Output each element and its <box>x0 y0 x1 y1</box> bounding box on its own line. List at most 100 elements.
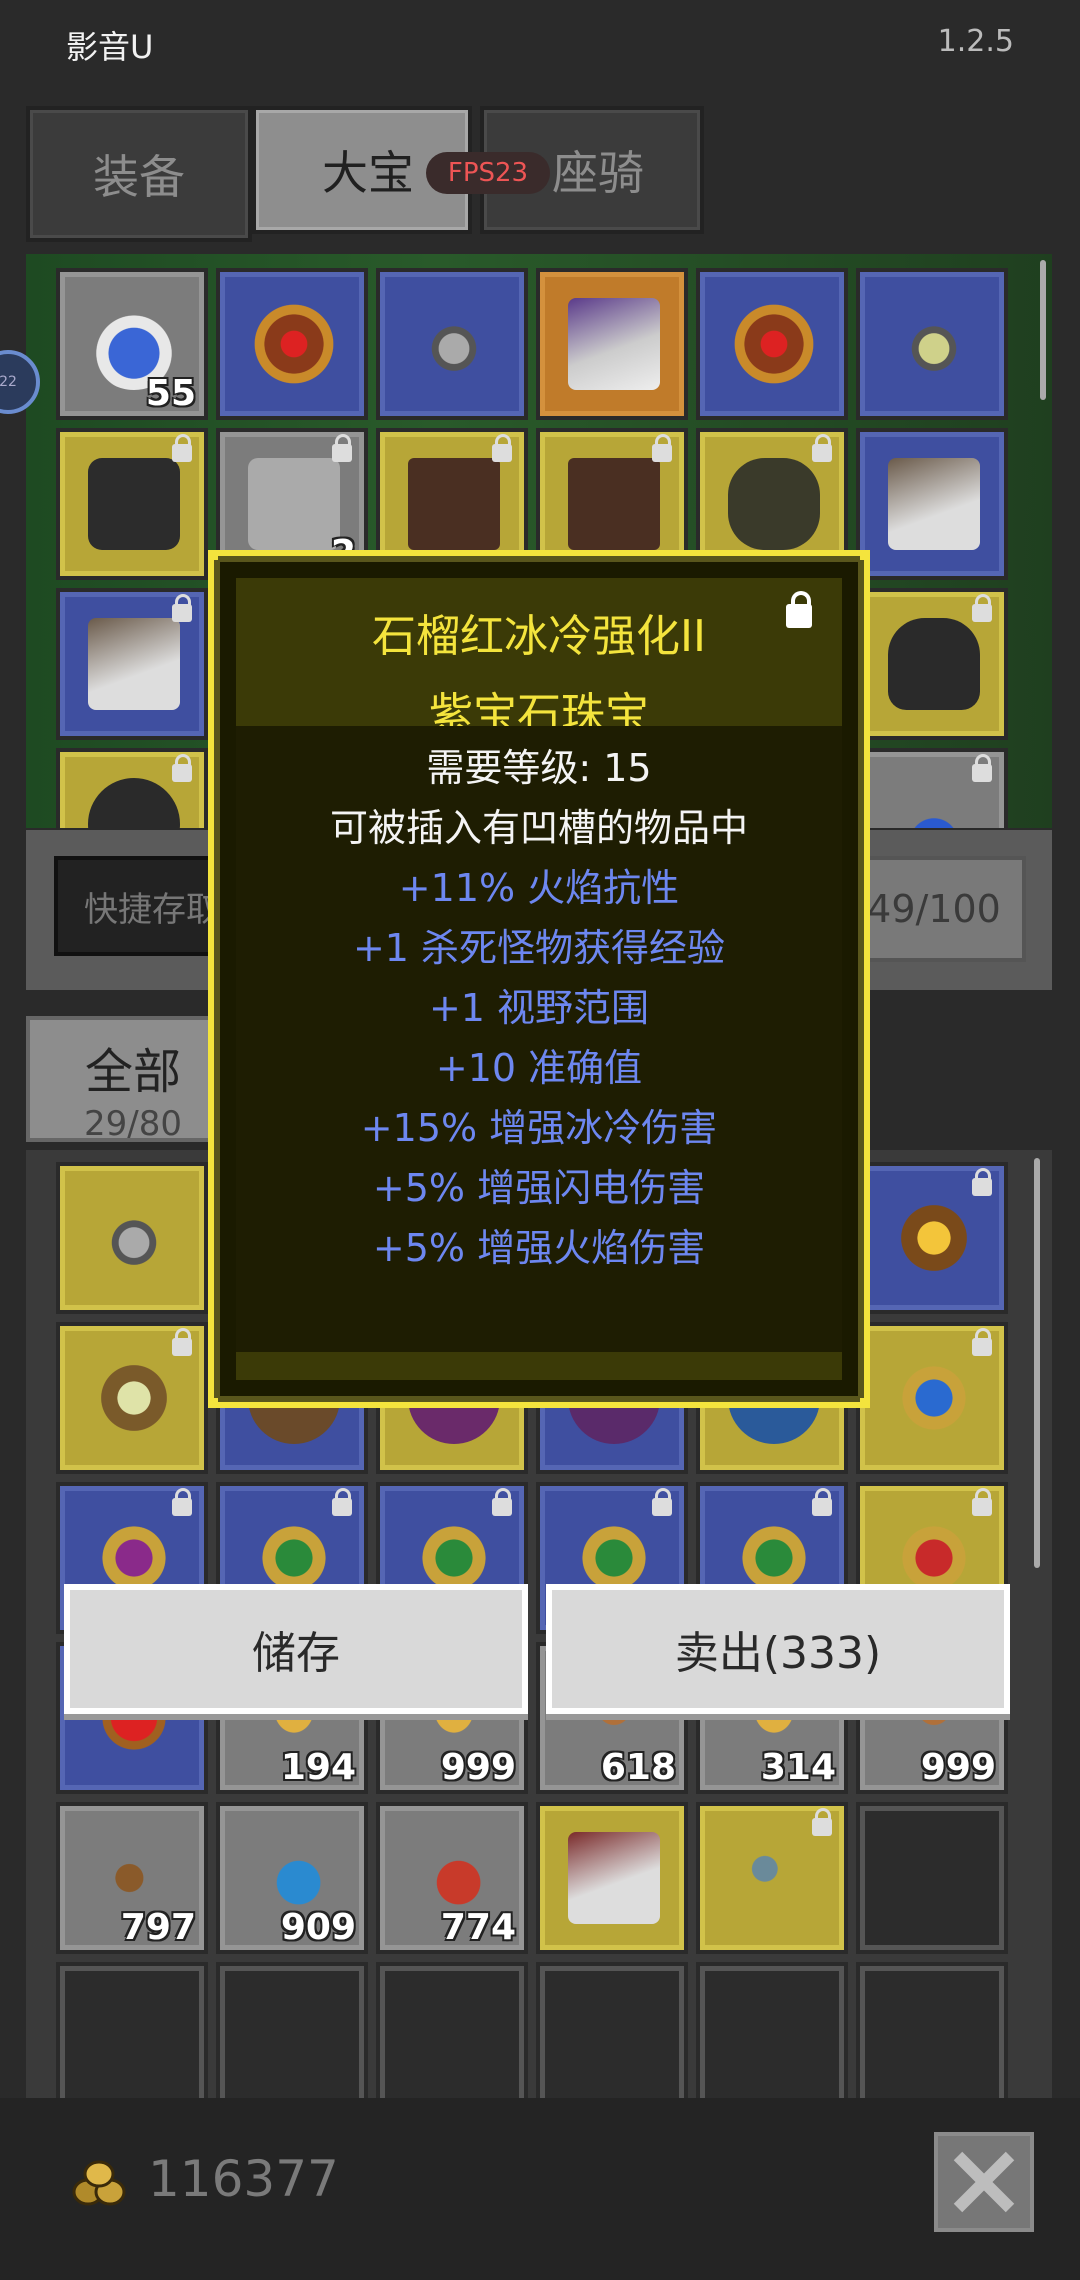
close-button[interactable] <box>934 2132 1034 2232</box>
creature-portrait-icon <box>88 618 180 710</box>
inventory-slot[interactable] <box>696 1802 848 1954</box>
inventory-slot[interactable] <box>856 1162 1008 1314</box>
close-icon <box>953 2151 1015 2213</box>
item-count: 194 <box>280 1747 356 1788</box>
lock-icon <box>652 1488 672 1516</box>
equip-slot[interactable] <box>216 268 368 420</box>
sell-button[interactable]: 卖出(333) <box>546 1584 1010 1714</box>
necklace-icon <box>888 298 980 390</box>
inventory-slot[interactable] <box>536 1802 688 1954</box>
equip-slot[interactable] <box>856 428 1008 580</box>
scroll-icon <box>248 458 340 550</box>
helmet-icon <box>888 618 980 710</box>
tooltip-header: 石榴红冰冷强化II 紫宝石珠宝 <box>236 578 842 740</box>
gem-icon <box>888 778 980 828</box>
equip-slot[interactable] <box>536 268 688 420</box>
inventory-slot[interactable]: 797 <box>56 1802 208 1954</box>
lock-icon <box>972 754 992 782</box>
empty-slot[interactable] <box>856 1962 1008 2098</box>
necklace-icon <box>88 1192 180 1284</box>
tooltip-footer <box>236 1352 842 1380</box>
equip-slot[interactable] <box>56 748 208 828</box>
gold-coins-icon <box>72 2160 126 2206</box>
tab-equipment[interactable]: 装备 <box>26 106 252 242</box>
lock-icon <box>492 434 512 462</box>
lock-icon <box>972 1328 992 1356</box>
category-count: 29/80 <box>84 1104 182 1144</box>
armor-icon <box>88 458 180 550</box>
inventory-slot[interactable] <box>56 1162 208 1314</box>
creature-portrait-icon <box>568 298 660 390</box>
equip-slot[interactable] <box>856 748 1008 828</box>
item-stat: +1 杀死怪物获得经验 <box>352 926 726 970</box>
item-description: 可被插入有凹槽的物品中 <box>329 806 748 850</box>
lock-icon[interactable] <box>786 591 812 628</box>
lock-icon <box>812 1808 832 1836</box>
equip-slot[interactable] <box>56 588 208 740</box>
equip-slot[interactable] <box>856 268 1008 420</box>
status-app-name: 影音U <box>66 28 154 66</box>
creature-portrait-icon <box>568 1832 660 1924</box>
item-stat: +11% 火焰抗性 <box>398 866 680 910</box>
necklace-icon <box>408 298 500 390</box>
lock-icon <box>972 1168 992 1196</box>
lock-icon <box>972 1488 992 1516</box>
item-stat: +5% 增强闪电伤害 <box>372 1166 706 1210</box>
equip-scrollbar[interactable] <box>1040 260 1046 400</box>
empty-slot[interactable] <box>56 1962 208 2098</box>
equip-slot[interactable] <box>376 268 528 420</box>
category-label: 全部 <box>84 1044 181 1100</box>
creature-portrait-icon <box>888 458 980 550</box>
item-stat: +1 视野范围 <box>428 986 650 1030</box>
item-tooltip: 石榴红冰冷强化II 紫宝石珠宝 需要等级: 15 可被插入有凹槽的物品中 +11… <box>208 550 870 1408</box>
lock-icon <box>972 594 992 622</box>
item-count: 797 <box>120 1907 196 1948</box>
store-button[interactable]: 储存 <box>64 1584 528 1714</box>
lock-icon <box>812 1488 832 1516</box>
item-count: 999 <box>440 1747 516 1788</box>
empty-slot[interactable] <box>696 1962 848 2098</box>
amulet-icon <box>248 298 340 390</box>
amulet-icon <box>728 298 820 390</box>
equip-slot[interactable] <box>696 268 848 420</box>
wand-icon <box>728 1832 820 1924</box>
lock-icon <box>172 1488 192 1516</box>
boots-icon <box>408 458 500 550</box>
item-count: 618 <box>600 1747 676 1788</box>
empty-slot[interactable] <box>376 1962 528 2098</box>
boots-icon <box>568 458 660 550</box>
empty-slot[interactable] <box>856 1802 1008 1954</box>
item-stat: +10 准确值 <box>435 1046 643 1090</box>
item-count: 774 <box>440 1907 516 1948</box>
lock-icon <box>332 1488 352 1516</box>
empty-slot[interactable] <box>536 1962 688 2098</box>
amulet-icon <box>88 1352 180 1444</box>
item-count: 999 <box>920 1747 996 1788</box>
status-version: 1.2.5 <box>937 24 1014 59</box>
inventory-slot[interactable] <box>56 1322 208 1474</box>
ring-icon <box>888 1352 980 1444</box>
inventory-scrollbar[interactable] <box>1034 1158 1040 1568</box>
tooltip-body: 需要等级: 15 可被插入有凹槽的物品中 +11% 火焰抗性 +1 杀死怪物获得… <box>236 726 842 1352</box>
lock-icon <box>492 1488 512 1516</box>
belt-icon <box>728 458 820 550</box>
inventory-slot[interactable]: 774 <box>376 1802 528 1954</box>
item-requirement: 需要等级: 15 <box>426 746 652 790</box>
potion-slot[interactable]: 55 <box>56 268 208 420</box>
lock-icon <box>812 434 832 462</box>
inventory-slot[interactable]: 909 <box>216 1802 368 1954</box>
equip-slot[interactable] <box>856 588 1008 740</box>
lock-icon <box>172 594 192 622</box>
item-count: 55 <box>145 373 196 414</box>
quick-access-button[interactable]: 快捷存取 <box>54 856 224 956</box>
gold-amount: 116377 <box>148 2150 339 2208</box>
lock-icon <box>652 434 672 462</box>
helmet-icon <box>88 778 180 828</box>
lock-icon <box>172 754 192 782</box>
equip-slot[interactable] <box>56 428 208 580</box>
item-count: 909 <box>280 1907 356 1948</box>
item-stat: +5% 增强火焰伤害 <box>372 1226 706 1270</box>
lock-icon <box>332 434 352 462</box>
empty-slot[interactable] <box>216 1962 368 2098</box>
inventory-slot[interactable] <box>856 1322 1008 1474</box>
